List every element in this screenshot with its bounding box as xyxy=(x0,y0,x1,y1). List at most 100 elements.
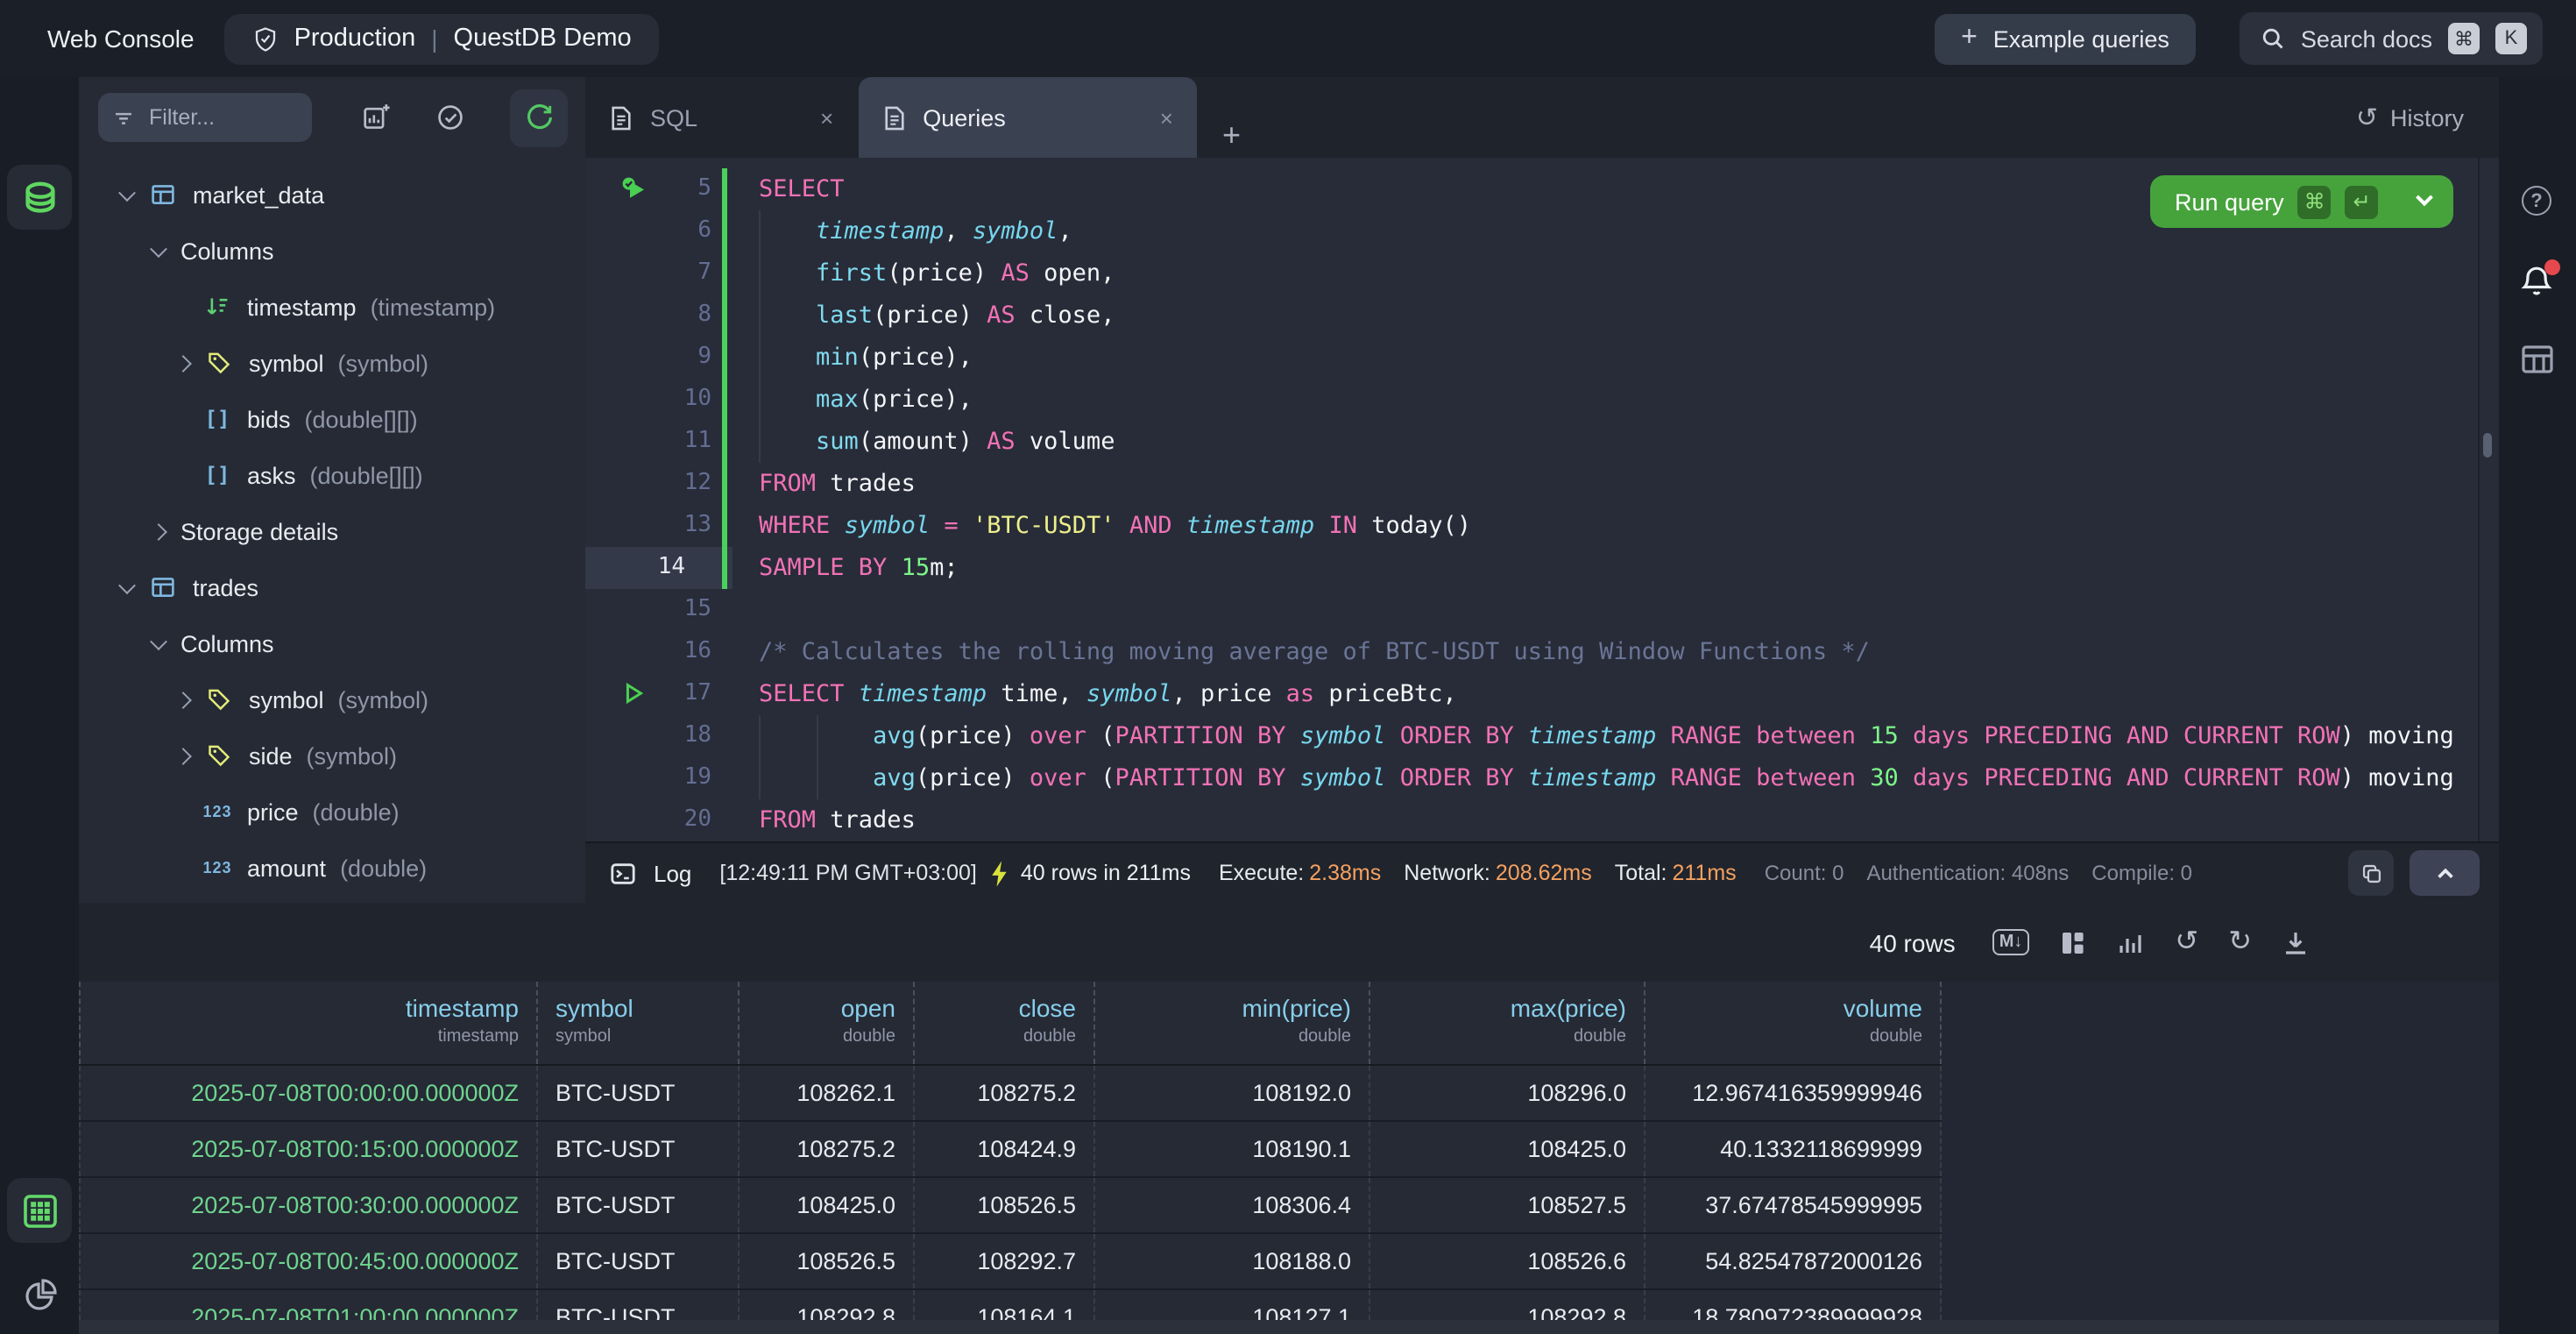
column-header-symbol[interactable]: symbolsymbol xyxy=(538,982,740,1064)
tree-item-asks[interactable]: []asks(double[][]) xyxy=(79,447,585,503)
run-query-button[interactable]: Run query ⌘ ↵ xyxy=(2150,175,2453,228)
help-icon[interactable]: ? xyxy=(2504,168,2569,233)
cell-max(price)[interactable]: 108296.0 xyxy=(1370,1066,1645,1120)
cell-close[interactable]: 108526.5 xyxy=(915,1178,1095,1232)
cell-max(price)[interactable]: 108425.0 xyxy=(1370,1122,1645,1176)
cell-volume[interactable]: 12.967416359999946 xyxy=(1645,1066,1942,1120)
code-line-20[interactable]: 20FROM trades xyxy=(585,799,2499,841)
schema-filter-input[interactable] xyxy=(145,103,286,131)
code-line-19[interactable]: 19 avg(price) over (PARTITION BY symbol … xyxy=(585,757,2499,799)
chevron-down-icon[interactable] xyxy=(118,576,136,593)
column-header-timestamp[interactable]: timestamptimestamp xyxy=(79,982,538,1064)
table-row[interactable]: 2025-07-08T00:30:00.000000ZBTC-USDT10842… xyxy=(79,1178,1942,1234)
collapse-log-button[interactable] xyxy=(2410,850,2480,896)
editor-scrollbar-thumb[interactable] xyxy=(2483,433,2492,458)
restore-icon[interactable]: ↺ xyxy=(2175,928,2198,956)
tree-item-symbol[interactable]: symbol(symbol) xyxy=(79,335,585,391)
cell-close[interactable]: 108424.9 xyxy=(915,1122,1095,1176)
editor-scrollbar[interactable] xyxy=(2478,158,2480,841)
tree-item-amount[interactable]: 123amount(double) xyxy=(79,840,585,896)
run-options-chevron-icon[interactable] xyxy=(2416,188,2433,205)
cell-volume[interactable]: 54.82547872000126 xyxy=(1645,1234,1942,1288)
layout-grid-icon[interactable] xyxy=(2059,928,2087,956)
tab-sql[interactable]: SQL× xyxy=(585,77,858,158)
notifications-icon[interactable] xyxy=(2504,249,2569,314)
play-marker-icon[interactable] xyxy=(620,680,648,708)
cell-timestamp[interactable]: 2025-07-08T00:45:00.000000Z xyxy=(79,1234,538,1288)
table-row[interactable]: 2025-07-08T00:00:00.000000ZBTC-USDT10826… xyxy=(79,1066,1942,1122)
refresh-grid-icon[interactable]: ↻ xyxy=(2228,928,2252,956)
pie-chart-icon[interactable] xyxy=(7,1262,72,1327)
code-line-18[interactable]: 18 avg(price) over (PARTITION BY symbol … xyxy=(585,715,2499,757)
cell-timestamp[interactable]: 2025-07-08T00:30:00.000000Z xyxy=(79,1178,538,1232)
chevron-right-icon[interactable] xyxy=(174,747,192,764)
tree-item-trades[interactable]: trades xyxy=(79,559,585,615)
column-header-close[interactable]: closedouble xyxy=(915,982,1095,1064)
code-line-14[interactable]: 14SAMPLE BY 15m; xyxy=(585,547,2499,589)
code-line-7[interactable]: 7 first(price) AS open, xyxy=(585,252,2499,294)
chevron-down-icon[interactable] xyxy=(118,183,136,201)
cell-min(price)[interactable]: 108306.4 xyxy=(1095,1178,1370,1232)
code-line-8[interactable]: 8 last(price) AS close, xyxy=(585,294,2499,337)
code-line-15[interactable]: 15 xyxy=(585,589,2499,631)
chevron-right-icon[interactable] xyxy=(174,354,192,372)
example-queries-button[interactable]: + Example queries xyxy=(1935,13,2196,64)
chevron-down-icon[interactable] xyxy=(150,632,167,649)
chevron-down-icon[interactable] xyxy=(150,239,167,257)
cell-min(price)[interactable]: 108192.0 xyxy=(1095,1066,1370,1120)
cell-open[interactable]: 108275.2 xyxy=(740,1122,915,1176)
tree-item-timestamp[interactable]: timestamp(timestamp) xyxy=(79,896,585,903)
cell-close[interactable]: 108292.7 xyxy=(915,1234,1095,1288)
cell-min(price)[interactable]: 108188.0 xyxy=(1095,1234,1370,1288)
cell-open[interactable]: 108526.5 xyxy=(740,1234,915,1288)
code-line-10[interactable]: 10 max(price), xyxy=(585,379,2499,421)
table-panel-icon[interactable] xyxy=(2504,326,2569,391)
cell-timestamp[interactable]: 2025-07-08T00:00:00.000000Z xyxy=(79,1066,538,1120)
tree-item-bids[interactable]: []bids(double[][]) xyxy=(79,391,585,447)
tree-item-Columns[interactable]: Columns xyxy=(79,223,585,279)
tree-item-timestamp[interactable]: timestamp(timestamp) xyxy=(79,279,585,335)
chevron-right-icon[interactable] xyxy=(150,522,167,540)
code-line-12[interactable]: 12FROM trades xyxy=(585,463,2499,505)
cell-open[interactable]: 108262.1 xyxy=(740,1066,915,1120)
cell-symbol[interactable]: BTC-USDT xyxy=(538,1178,740,1232)
history-button[interactable]: ↺ History xyxy=(2356,104,2464,131)
success-marker-icon[interactable] xyxy=(620,175,648,203)
column-header-volume[interactable]: volumedouble xyxy=(1645,982,1942,1064)
close-tab-icon[interactable]: × xyxy=(1160,104,1173,131)
tree-item-side[interactable]: side(symbol) xyxy=(79,727,585,784)
tab-queries[interactable]: Queries× xyxy=(858,77,1198,158)
schema-filter-box[interactable] xyxy=(98,93,312,142)
cell-symbol[interactable]: BTC-USDT xyxy=(538,1066,740,1120)
close-tab-icon[interactable]: × xyxy=(820,104,833,131)
chart-icon[interactable] xyxy=(2117,928,2145,956)
tree-item-symbol[interactable]: symbol(symbol) xyxy=(79,671,585,727)
table-row[interactable]: 2025-07-08T00:15:00.000000ZBTC-USDT10827… xyxy=(79,1122,1942,1178)
download-icon[interactable] xyxy=(2282,928,2310,956)
table-row[interactable]: 2025-07-08T00:45:00.000000ZBTC-USDT10852… xyxy=(79,1234,1942,1290)
code-line-9[interactable]: 9 min(price), xyxy=(585,337,2499,379)
column-header-open[interactable]: opendouble xyxy=(740,982,915,1064)
cell-min(price)[interactable]: 108190.1 xyxy=(1095,1122,1370,1176)
cell-max(price)[interactable]: 108526.6 xyxy=(1370,1234,1645,1288)
markdown-icon[interactable]: M↓ xyxy=(1992,929,2030,955)
cell-volume[interactable]: 40.1332118699999 xyxy=(1645,1122,1942,1176)
column-header-max(price)[interactable]: max(price)double xyxy=(1370,982,1645,1064)
chevron-right-icon[interactable] xyxy=(174,691,192,708)
code-line-13[interactable]: 13WHERE symbol = 'BTC-USDT' AND timestam… xyxy=(585,505,2499,547)
add-tab-button[interactable]: + xyxy=(1222,117,1241,158)
tree-item-price[interactable]: 123price(double) xyxy=(79,784,585,840)
check-circle-icon[interactable] xyxy=(436,103,464,131)
copy-log-button[interactable] xyxy=(2348,850,2394,896)
add-chart-icon[interactable] xyxy=(363,103,391,131)
code-line-16[interactable]: 16/* Calculates the rolling moving avera… xyxy=(585,631,2499,673)
cell-symbol[interactable]: BTC-USDT xyxy=(538,1234,740,1288)
tree-item-Storage details[interactable]: Storage details xyxy=(79,503,585,559)
code-line-17[interactable]: 17SELECT timestamp time, symbol, price a… xyxy=(585,673,2499,715)
cell-close[interactable]: 108275.2 xyxy=(915,1066,1095,1120)
questdb-logo-icon[interactable] xyxy=(7,165,72,230)
cell-symbol[interactable]: BTC-USDT xyxy=(538,1122,740,1176)
cell-max(price)[interactable]: 108527.5 xyxy=(1370,1178,1645,1232)
tree-item-market_data[interactable]: market_data xyxy=(79,167,585,223)
results-grid[interactable]: timestamptimestampsymbolsymbolopendouble… xyxy=(79,982,1942,1334)
